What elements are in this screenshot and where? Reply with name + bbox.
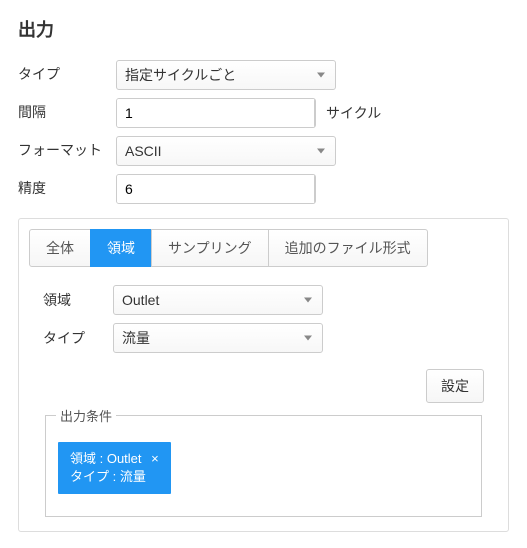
chevron-down-icon [304,336,312,341]
arrow-up-icon [315,104,316,108]
output-conditions-fieldset: 出力条件 領域 : Outlet × タイプ : 流量 [45,415,482,517]
tab-all[interactable]: 全体 [29,229,91,267]
interval-spinner[interactable] [116,98,316,128]
output-conditions-legend: 出力条件 [56,406,116,425]
precision-label: 精度 [18,178,116,200]
type-select[interactable]: 指定サイクルごと [116,60,336,90]
interval-input[interactable] [117,99,314,127]
type-select-value: 指定サイクルごと [125,65,236,85]
precision-spinner[interactable] [116,174,316,204]
region-type-label: タイプ [43,328,113,348]
type-label: タイプ [18,64,116,86]
output-panel: 全体 領域 サンプリング 追加のファイル形式 領域 Outlet タイプ 流量 … [18,218,509,532]
format-label: フォーマット [18,140,116,162]
precision-input[interactable] [117,175,314,203]
condition-chip-line1: 領域 : Outlet [70,451,142,466]
chevron-down-icon [304,298,312,303]
region-select[interactable]: Outlet [113,285,323,315]
arrow-down-icon [315,118,316,122]
interval-step-up[interactable] [315,99,316,113]
region-select-value: Outlet [122,292,159,308]
arrow-up-icon [315,180,316,184]
format-select-value: ASCII [125,143,162,159]
precision-step-down[interactable] [315,189,316,204]
tab-extra-file-format[interactable]: 追加のファイル形式 [268,229,428,267]
tab-region[interactable]: 領域 [90,229,152,267]
arrow-down-icon [315,194,316,198]
condition-chip-line2: タイプ : 流量 [70,469,146,484]
precision-step-up[interactable] [315,175,316,189]
page-title: 出力 [18,16,509,42]
interval-unit: サイクル [326,103,381,123]
interval-label: 間隔 [18,102,116,124]
chevron-down-icon [317,73,325,78]
set-button[interactable]: 設定 [426,369,484,403]
tab-sampling[interactable]: サンプリング [151,229,269,267]
chevron-down-icon [317,149,325,154]
format-select[interactable]: ASCII [116,136,336,166]
condition-chip[interactable]: 領域 : Outlet × タイプ : 流量 [58,442,171,494]
interval-step-down[interactable] [315,113,316,128]
region-type-select[interactable]: 流量 [113,323,323,353]
close-icon[interactable]: × [151,451,159,466]
tabs: 全体 領域 サンプリング 追加のファイル形式 [29,229,498,267]
region-type-select-value: 流量 [122,328,150,348]
region-label: 領域 [43,290,113,310]
